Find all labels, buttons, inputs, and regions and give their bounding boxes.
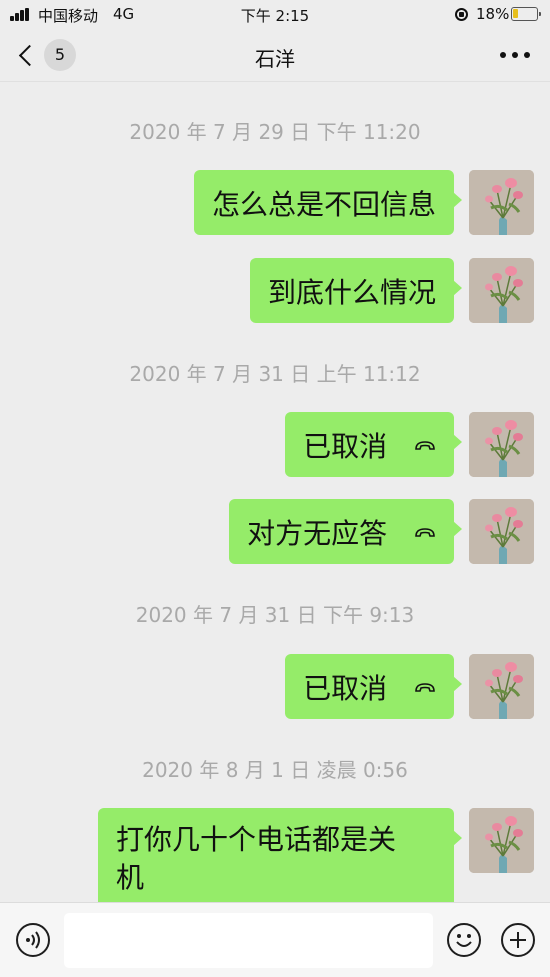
- avatar[interactable]: [469, 654, 534, 719]
- avatar[interactable]: [469, 499, 534, 564]
- message-timestamp: 2020 年 7 月 31 日 上午 11:12: [129, 362, 421, 386]
- flower-avatar-icon: [469, 808, 534, 873]
- message-input[interactable]: [64, 913, 433, 968]
- call-record-bubble[interactable]: 已取消: [285, 412, 462, 477]
- chat-title: 石洋: [255, 47, 295, 71]
- avatar[interactable]: [469, 170, 534, 235]
- message-bubble[interactable]: 打你几十个电话都是关 机: [98, 808, 462, 910]
- flower-avatar-icon: [469, 499, 534, 564]
- avatar[interactable]: [469, 258, 534, 323]
- chat-input-bar: [0, 902, 550, 977]
- more-options-button[interactable]: [500, 52, 530, 60]
- flower-avatar-icon: [469, 170, 534, 235]
- battery-icon: [511, 7, 541, 21]
- more-functions-button[interactable]: [501, 923, 535, 957]
- flower-avatar-icon: [469, 258, 534, 323]
- avatar[interactable]: [469, 412, 534, 477]
- message-text: 怎么总是不回信息: [211, 187, 436, 221]
- avatar[interactable]: [469, 808, 534, 873]
- message-text: 到底什么情况: [267, 275, 436, 309]
- message-bubble[interactable]: 怎么总是不回信息: [193, 170, 463, 235]
- call-record-bubble[interactable]: 已取消: [285, 654, 462, 719]
- message-timestamp: 2020 年 7 月 31 日 下午 9:13: [135, 603, 415, 627]
- message-text: 已取消: [303, 429, 388, 463]
- orientation-lock-icon: [455, 8, 468, 21]
- emoji-button[interactable]: [447, 923, 481, 957]
- message-bubble[interactable]: 到底什么情况: [249, 258, 463, 323]
- emoji-icon: [456, 934, 472, 947]
- message-text-line: 打你几十个电话都是关: [116, 823, 397, 856]
- message-timestamp: 2020 年 8 月 1 日 凌晨 0:56: [142, 758, 408, 782]
- voice-icon: [26, 931, 40, 949]
- message-text-line: 机: [116, 861, 145, 894]
- chat-header: 5 石洋: [0, 30, 550, 82]
- hangup-icon: [415, 441, 435, 450]
- hangup-icon: [415, 528, 435, 537]
- message-timestamp: 2020 年 7 月 29 日 下午 11:20: [129, 120, 421, 144]
- message-text: 已取消: [303, 671, 388, 705]
- voice-button[interactable]: [16, 923, 50, 957]
- flower-avatar-icon: [469, 654, 534, 719]
- flower-avatar-icon: [469, 412, 534, 477]
- hangup-icon: [415, 683, 435, 692]
- message-text: 对方无应答: [247, 516, 388, 550]
- status-bar: 中国移动 4G 下午 2:15 18%: [0, 0, 550, 30]
- more-dots-icon: [500, 52, 506, 58]
- battery-percent: 18%: [476, 5, 510, 23]
- call-record-bubble[interactable]: 对方无应答: [229, 499, 462, 564]
